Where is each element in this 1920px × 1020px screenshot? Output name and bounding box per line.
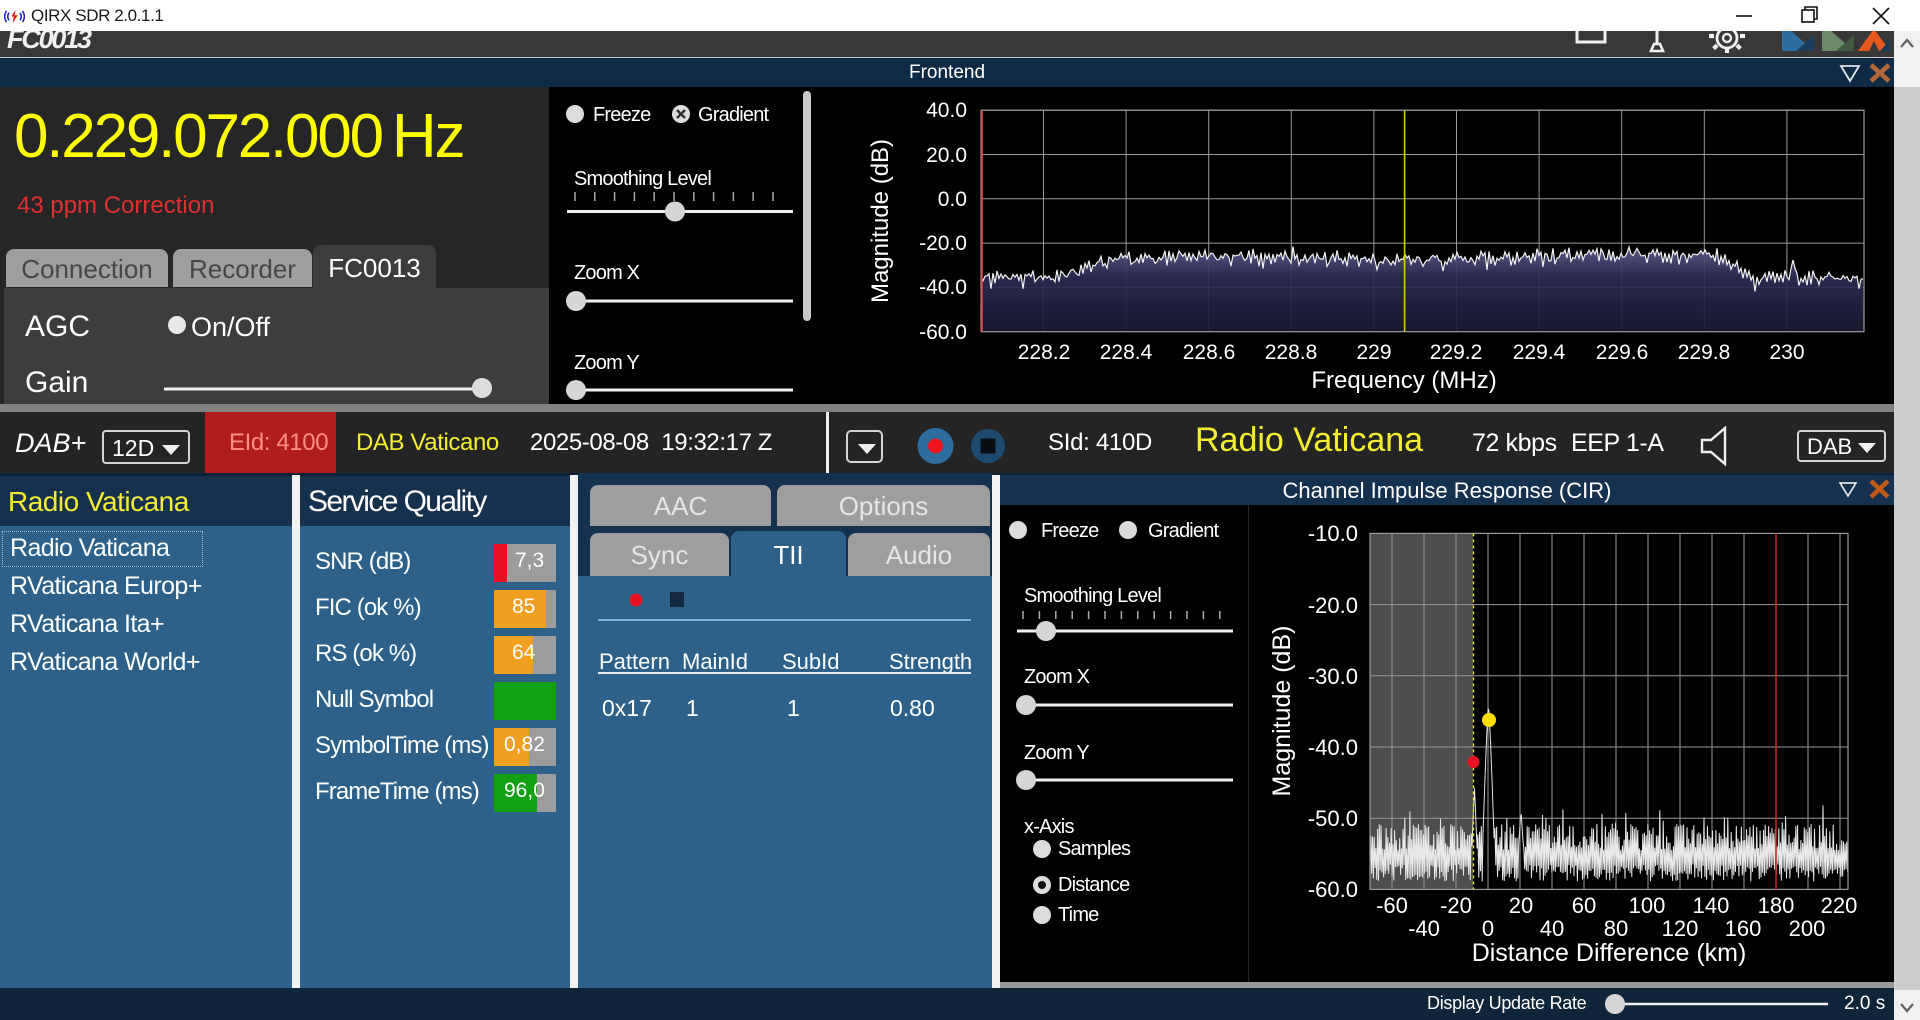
svg-text:0.0: 0.0: [938, 188, 967, 211]
svg-text:Magnitude (dB): Magnitude (dB): [1268, 626, 1296, 797]
svg-text:120: 120: [1662, 916, 1699, 941]
svg-text:228.6: 228.6: [1183, 341, 1236, 364]
svg-text:229: 229: [1356, 341, 1391, 364]
svg-text:20.0: 20.0: [926, 144, 967, 167]
svg-text:Distance Difference (km): Distance Difference (km): [1472, 939, 1747, 967]
svg-text:100: 100: [1629, 893, 1666, 918]
svg-text:0: 0: [1482, 916, 1494, 941]
svg-text:160: 160: [1725, 916, 1762, 941]
svg-text:140: 140: [1693, 893, 1730, 918]
svg-text:Frequency (MHz): Frequency (MHz): [1311, 367, 1496, 394]
svg-text:180: 180: [1758, 893, 1795, 918]
svg-text:-20: -20: [1440, 893, 1472, 918]
svg-text:20: 20: [1509, 893, 1533, 918]
svg-text:228.2: 228.2: [1018, 341, 1071, 364]
svg-text:220: 220: [1821, 893, 1858, 918]
svg-text:40.0: 40.0: [926, 99, 967, 122]
svg-text:229.4: 229.4: [1513, 341, 1566, 364]
svg-text:60: 60: [1572, 893, 1596, 918]
svg-text:-40.0: -40.0: [1308, 735, 1358, 760]
svg-text:229.6: 229.6: [1596, 341, 1649, 364]
svg-text:-40.0: -40.0: [919, 276, 967, 299]
svg-text:-20.0: -20.0: [1308, 593, 1358, 618]
svg-text:-10.0: -10.0: [1308, 521, 1358, 546]
svg-text:40: 40: [1540, 916, 1564, 941]
svg-text:-60.0: -60.0: [1308, 877, 1358, 902]
svg-text:200: 200: [1789, 916, 1826, 941]
svg-text:Magnitude (dB): Magnitude (dB): [867, 139, 894, 303]
svg-text:-30.0: -30.0: [1308, 664, 1358, 689]
svg-text:229.2: 229.2: [1430, 341, 1483, 364]
svg-text:-60.0: -60.0: [919, 321, 967, 344]
svg-text:229.8: 229.8: [1678, 341, 1731, 364]
svg-text:-50.0: -50.0: [1308, 806, 1358, 831]
svg-text:228.4: 228.4: [1100, 341, 1153, 364]
svg-text:230: 230: [1769, 341, 1804, 364]
svg-text:228.8: 228.8: [1265, 341, 1318, 364]
svg-text:-60: -60: [1376, 893, 1408, 918]
svg-text:-40: -40: [1408, 916, 1440, 941]
svg-text:80: 80: [1604, 916, 1628, 941]
svg-text:-20.0: -20.0: [919, 232, 967, 255]
